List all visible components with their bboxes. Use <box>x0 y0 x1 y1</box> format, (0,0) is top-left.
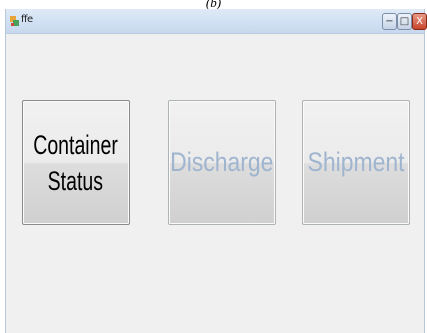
minimize-icon: − <box>385 16 394 27</box>
window-title: ffe <box>21 14 33 25</box>
figure-caption: (b) <box>205 0 222 10</box>
container-status-label: Container Status <box>26 127 126 199</box>
minimize-button[interactable]: − <box>382 13 397 30</box>
close-icon: X <box>416 16 423 27</box>
discharge-button[interactable]: Discharge <box>168 100 276 225</box>
discharge-label: Discharge <box>170 147 274 177</box>
maximize-button[interactable]: □ <box>397 13 412 30</box>
app-window: ffe − □ X Container Status Discharge Shi… <box>5 9 427 333</box>
container-status-line1: Container <box>33 129 119 160</box>
container-status-button[interactable]: Container Status <box>22 100 130 225</box>
shipment-label: Shipment <box>307 147 405 177</box>
maximize-icon: □ <box>399 16 410 27</box>
container-status-line2: Status <box>48 165 104 196</box>
close-button[interactable]: X <box>412 13 427 30</box>
title-bar[interactable]: ffe − □ X <box>6 9 427 34</box>
shipment-button[interactable]: Shipment <box>302 100 410 225</box>
